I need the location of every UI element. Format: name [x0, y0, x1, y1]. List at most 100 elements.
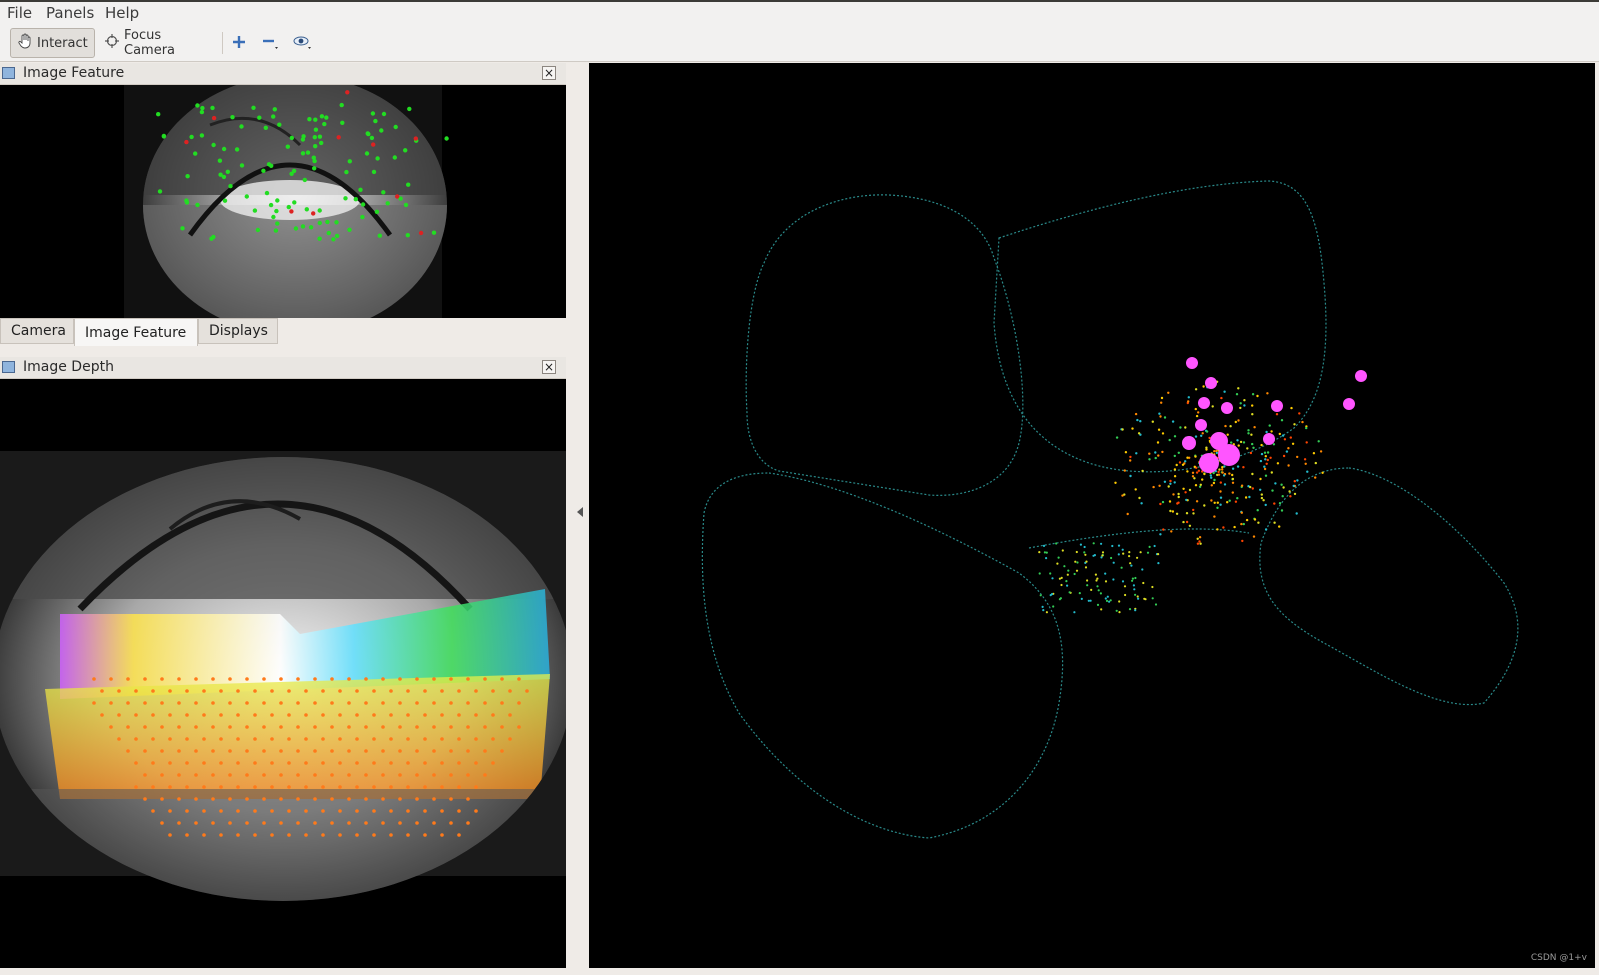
- cloud-point: [1289, 436, 1292, 439]
- depth-point: [270, 737, 274, 741]
- cloud-point: [1111, 544, 1114, 548]
- cloud-point: [1306, 470, 1309, 473]
- view-tool-button[interactable]: [290, 33, 318, 55]
- depth-point: [160, 677, 164, 681]
- depth-point: [466, 797, 470, 801]
- image-feature-view[interactable]: [0, 85, 566, 323]
- feature-point: [324, 115, 329, 120]
- panel-tabs: Camera Image Feature Displays: [0, 318, 566, 348]
- depth-point: [406, 737, 410, 741]
- image-feature-title: Image Feature: [23, 65, 125, 81]
- menu-help[interactable]: Help: [105, 4, 139, 22]
- depth-point: [279, 773, 283, 777]
- depth-point: [270, 809, 274, 813]
- cloud-point: [1233, 525, 1236, 529]
- feature-point: [334, 233, 340, 239]
- cloud-point: [1121, 428, 1124, 431]
- cloud-point: [1141, 568, 1144, 571]
- cloud-point: [1137, 432, 1141, 435]
- depth-point: [228, 749, 232, 753]
- cloud-point: [1230, 441, 1233, 444]
- depth-point: [321, 689, 325, 693]
- cloud-point: [1236, 465, 1240, 468]
- depth-point: [194, 797, 198, 801]
- feature-point: [230, 115, 235, 120]
- feature-point: [161, 133, 167, 139]
- depth-point: [381, 797, 385, 801]
- depth-point: [517, 701, 521, 705]
- cloud-point: [1154, 456, 1157, 460]
- cloud-point: [1285, 450, 1289, 453]
- close-icon[interactable]: ×: [542, 66, 556, 80]
- cloud-point: [1240, 522, 1243, 526]
- cloud-point: [1144, 598, 1147, 601]
- feature-point: [239, 163, 245, 168]
- depth-point: [143, 773, 147, 777]
- feature-point: [360, 202, 366, 207]
- depth-point: [389, 833, 393, 837]
- collapse-arrow-icon[interactable]: [577, 507, 583, 517]
- cloud-point: [1101, 551, 1105, 554]
- depth-point: [202, 689, 206, 693]
- feature-point: [313, 127, 319, 132]
- cloud-point: [1158, 484, 1161, 487]
- cloud-point: [1177, 492, 1180, 496]
- cloud-point: [1221, 466, 1224, 469]
- add-tool-button[interactable]: [225, 33, 253, 55]
- cloud-point: [1200, 434, 1203, 437]
- image-depth-view[interactable]: [0, 379, 566, 968]
- depth-point: [398, 725, 402, 729]
- interact-button[interactable]: Interact: [10, 28, 95, 58]
- cloud-point: [1280, 509, 1284, 512]
- remove-tool-button[interactable]: [257, 33, 285, 55]
- feature-point: [300, 151, 306, 156]
- depth-point: [338, 785, 342, 789]
- cloud-point: [1231, 477, 1235, 481]
- depth-point: [338, 737, 342, 741]
- depth-point: [483, 677, 487, 681]
- depth-point: [415, 821, 419, 825]
- menu-file[interactable]: File: [7, 4, 32, 22]
- depth-point: [228, 797, 232, 801]
- tab-camera[interactable]: Camera: [0, 318, 74, 344]
- feature-point: [319, 140, 324, 146]
- cloud-point: [1041, 605, 1044, 609]
- cloud-point: [1290, 406, 1293, 410]
- cloud-point: [1136, 595, 1139, 598]
- cloud-point: [1210, 476, 1213, 479]
- depth-point: [100, 713, 104, 717]
- depth-point: [253, 809, 257, 813]
- cloud-point: [1314, 476, 1317, 479]
- depth-point: [389, 737, 393, 741]
- cloud-point: [1066, 573, 1069, 576]
- depth-point: [287, 713, 291, 717]
- cloud-point: [1055, 542, 1058, 545]
- rviz-3d-view[interactable]: CSDN @1+v: [589, 63, 1595, 968]
- cloud-point: [1157, 428, 1161, 431]
- cloud-point: [1084, 553, 1087, 556]
- cloud-point: [1270, 430, 1273, 433]
- cloud-point: [1221, 468, 1224, 471]
- cloud-point: [1134, 593, 1137, 596]
- tab-displays[interactable]: Displays: [198, 318, 278, 344]
- depth-point: [440, 833, 444, 837]
- depth-point: [372, 689, 376, 693]
- tab-image-feature[interactable]: Image Feature: [74, 318, 198, 346]
- close-icon[interactable]: ×: [542, 360, 556, 374]
- cloud-point: [1276, 462, 1280, 465]
- focus-camera-button[interactable]: Focus Camera: [98, 28, 208, 58]
- feature-point: [300, 137, 306, 142]
- feature-point: [189, 134, 194, 140]
- cloud-point: [1162, 528, 1165, 531]
- menu-panels[interactable]: Panels: [46, 4, 94, 22]
- depth-point: [313, 821, 317, 825]
- depth-point: [457, 761, 461, 765]
- cloud-point: [1176, 502, 1179, 505]
- cloud-point: [1104, 597, 1107, 600]
- depth-point: [364, 725, 368, 729]
- cloud-point: [1134, 412, 1138, 416]
- cloud-point: [1271, 489, 1274, 492]
- cloud-point: [1158, 412, 1161, 415]
- depth-point: [304, 761, 308, 765]
- point-cloud-canvas: [701, 180, 1519, 839]
